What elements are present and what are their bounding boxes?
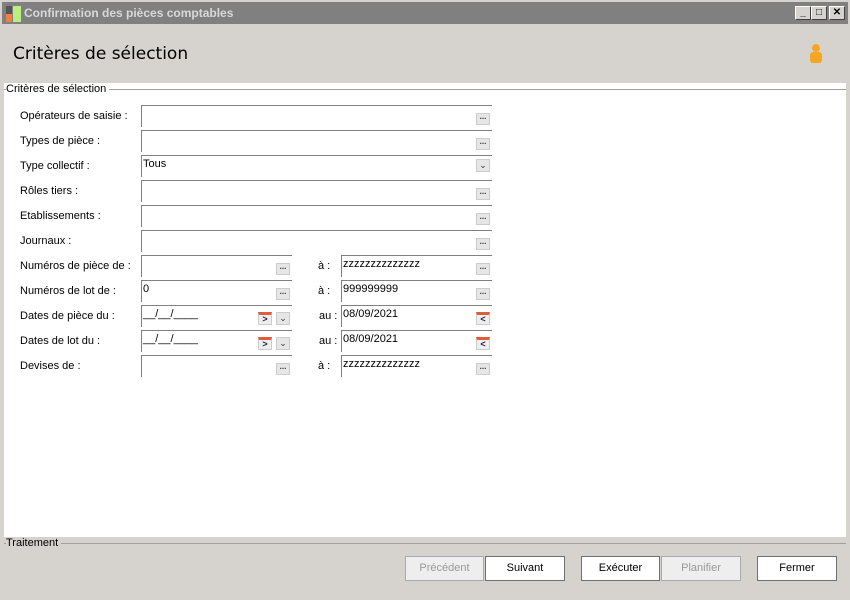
close-button[interactable]: ✕: [829, 6, 845, 20]
types-piece-input[interactable]: ...: [141, 130, 492, 152]
operateurs-input[interactable]: ...: [141, 105, 492, 127]
num-lot-label: Numéros de lot de :: [20, 285, 116, 297]
calendar-prev-icon[interactable]: <: [476, 337, 490, 350]
dates-piece-label: Dates de pièce du :: [20, 310, 115, 322]
browse-icon[interactable]: ...: [276, 263, 290, 275]
num-piece-from-input[interactable]: ...: [141, 255, 292, 277]
range-separator: à :: [318, 260, 331, 272]
browse-icon[interactable]: ...: [476, 213, 490, 225]
criteria-panel: Critères de sélection Opérateurs de sais…: [4, 83, 846, 537]
user-icon[interactable]: [808, 43, 824, 65]
dates-lot-to-input[interactable]: 08/09/2021 <: [341, 330, 492, 352]
dates-piece-from-input[interactable]: __/__/____ > ⌄: [141, 305, 292, 327]
num-piece-label: Numéros de pièce de :: [20, 260, 131, 272]
maximize-button[interactable]: □: [811, 6, 827, 20]
traitement-panel: Traitement Précédent Suivant Exécuter Pl…: [4, 537, 846, 600]
suivant-button[interactable]: Suivant: [485, 556, 565, 581]
calendar-next-icon[interactable]: >: [258, 337, 272, 350]
num-lot-from-input[interactable]: 0...: [141, 280, 292, 302]
num-lot-to-input[interactable]: 999999999...: [341, 280, 492, 302]
fermer-button[interactable]: Fermer: [757, 556, 837, 581]
devises-from-input[interactable]: ...: [141, 355, 292, 377]
calendar-next-icon[interactable]: >: [258, 312, 272, 325]
precedent-button[interactable]: Précédent: [405, 556, 484, 581]
num-piece-to-input[interactable]: zzzzzzzzzzzzzz...: [341, 255, 492, 277]
browse-icon[interactable]: ...: [476, 363, 490, 375]
range-separator: au :: [319, 310, 338, 322]
devises-label: Devises de :: [20, 360, 81, 372]
browse-icon[interactable]: ...: [276, 288, 290, 300]
traitement-legend: Traitement: [6, 537, 62, 549]
browse-icon[interactable]: ...: [476, 188, 490, 200]
minimize-button[interactable]: _: [795, 6, 811, 20]
chevron-down-icon[interactable]: ⌄: [476, 159, 490, 172]
roles-tiers-input[interactable]: ...: [141, 180, 492, 202]
etablissements-input[interactable]: ...: [141, 205, 492, 227]
title-bar: Confirmation des pièces comptables _ □ ✕: [0, 0, 850, 24]
types-piece-label: Types de pièce :: [20, 135, 101, 147]
range-separator: au :: [319, 335, 338, 347]
criteria-legend: Critères de sélection: [6, 83, 110, 95]
browse-icon[interactable]: ...: [476, 238, 490, 250]
chevron-down-icon[interactable]: ⌄: [276, 337, 290, 350]
journaux-label: Journaux :: [20, 235, 72, 247]
operateurs-label: Opérateurs de saisie :: [20, 110, 128, 122]
divider: [4, 89, 846, 90]
browse-icon[interactable]: ...: [276, 363, 290, 375]
etablissements-label: Etablissements :: [20, 210, 101, 222]
divider: [4, 543, 846, 544]
dates-lot-from-input[interactable]: __/__/____ > ⌄: [141, 330, 292, 352]
journaux-input[interactable]: ...: [141, 230, 492, 252]
page-title: Critères de sélection: [13, 44, 189, 64]
devises-to-input[interactable]: zzzzzzzzzzzzzz...: [341, 355, 492, 377]
dates-lot-label: Dates de lot du :: [20, 335, 101, 347]
window-title: Confirmation des pièces comptables: [24, 6, 234, 20]
browse-icon[interactable]: ...: [476, 138, 490, 150]
page-header: Critères de sélection: [4, 24, 846, 82]
type-collectif-label: Type collectif :: [20, 160, 90, 172]
app-icon: [6, 6, 22, 22]
browse-icon[interactable]: ...: [476, 263, 490, 275]
dates-piece-to-input[interactable]: 08/09/2021 <: [341, 305, 492, 327]
browse-icon[interactable]: ...: [476, 113, 490, 125]
type-collectif-select[interactable]: Tous ⌄: [141, 155, 492, 177]
browse-icon[interactable]: ...: [476, 288, 490, 300]
chevron-down-icon[interactable]: ⌄: [276, 312, 290, 325]
calendar-prev-icon[interactable]: <: [476, 312, 490, 325]
executer-button[interactable]: Exécuter: [581, 556, 660, 581]
range-separator: à :: [318, 285, 331, 297]
range-separator: à :: [318, 360, 331, 372]
planifier-button[interactable]: Planifier: [661, 556, 741, 581]
roles-tiers-label: Rôles tiers :: [20, 185, 79, 197]
